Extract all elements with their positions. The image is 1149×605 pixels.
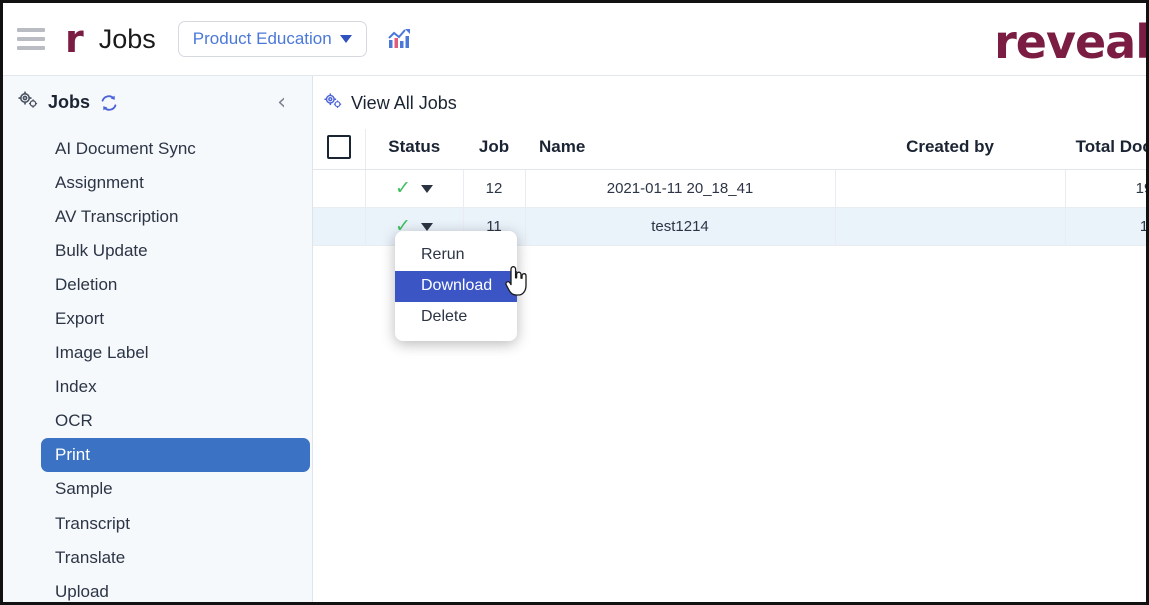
menu-item-download[interactable]: Download [395, 270, 517, 302]
menu-item-rerun[interactable]: Rerun [395, 240, 517, 271]
sidebar-item-bulk-update[interactable]: Bulk Update [41, 234, 310, 268]
table-header-row: Status Job Name Created by Total Documen… [313, 129, 1146, 170]
row-actions-caret-icon[interactable] [420, 222, 433, 231]
row-select-cell[interactable] [313, 169, 366, 208]
sidebar-item-assignment[interactable]: Assignment [41, 166, 310, 200]
sidebar-item-print[interactable]: Print [41, 438, 310, 473]
sidebar-collapse-button[interactable]: ‹ [277, 91, 298, 114]
gears-icon [17, 90, 39, 115]
menu-item-delete[interactable]: Delete [395, 302, 517, 333]
refresh-icon[interactable] [99, 93, 119, 113]
content-header: View All Jobs [313, 76, 1146, 115]
row-actions-context-menu: Rerun Download Delete [395, 231, 517, 342]
green-check-icon: ✓ [395, 177, 411, 199]
gears-icon [323, 92, 343, 115]
page-body: Jobs ‹ AI Document Sync Assignment AV Tr… [3, 75, 1146, 602]
table-row[interactable]: ✓ 12 2021-01-11 20_18_41 19 [313, 169, 1146, 208]
sidebar-item-ocr[interactable]: OCR [41, 404, 310, 438]
top-header-bar: r Jobs Product Education reveal [3, 3, 1146, 75]
sidebar-panel: Jobs ‹ AI Document Sync Assignment AV Tr… [3, 76, 313, 602]
row-actions-caret-icon[interactable] [420, 184, 433, 193]
page-title: Jobs [98, 23, 156, 54]
sidebar-item-ai-document-sync[interactable]: AI Document Sync [41, 132, 310, 166]
sidebar-item-image-label[interactable]: Image Label [41, 336, 310, 370]
sidebar-item-index[interactable]: Index [41, 370, 310, 404]
brand-mark-logo: r [65, 17, 84, 61]
jobs-table: Status Job Name Created by Total Documen… [313, 129, 1146, 246]
workspace-selector-label: Product Education [192, 29, 332, 48]
sidebar-item-deletion[interactable]: Deletion [41, 268, 310, 302]
column-header-job[interactable]: Job [463, 129, 525, 170]
reveal-wordmark-logo: reveal [994, 15, 1149, 69]
sidebar-item-sample[interactable]: Sample [41, 472, 310, 506]
sidebar-item-av-transcription[interactable]: AV Transcription [41, 200, 310, 234]
workspace-selector-button[interactable]: Product Education [177, 21, 367, 57]
sidebar-title: Jobs [48, 92, 91, 112]
column-header-created-by[interactable]: Created by [835, 129, 1065, 170]
select-all-checkbox[interactable] [326, 135, 351, 159]
sidebar-nav-list: AI Document Sync Assignment AV Transcrip… [3, 132, 312, 602]
sidebar-item-upload[interactable]: Upload [41, 575, 310, 602]
sidebar-item-transcript[interactable]: Transcript [41, 507, 310, 541]
main-content-area: View All Jobs Status Job Name Created by… [313, 76, 1146, 602]
row-created-by [835, 207, 1066, 246]
column-header-name[interactable]: Name [525, 129, 835, 170]
sidebar-item-export[interactable]: Export [41, 302, 310, 336]
bar-chart-icon[interactable] [385, 25, 413, 53]
row-created-by [835, 169, 1066, 208]
row-select-cell[interactable] [313, 207, 366, 246]
row-job-name: test1214 [525, 207, 836, 246]
section-title: View All Jobs [351, 93, 457, 113]
chevron-down-icon [339, 35, 352, 43]
row-status-cell: ✓ [365, 169, 464, 208]
sidebar-header: Jobs ‹ [3, 76, 312, 123]
column-header-status[interactable]: Status [365, 129, 463, 170]
row-total-documents: 1 [1065, 207, 1146, 246]
column-header-total-documents[interactable]: Total Documents [1065, 129, 1146, 170]
row-total-documents: 19 [1065, 169, 1146, 208]
hamburger-menu-icon[interactable] [17, 28, 45, 50]
jobs-table-header: Status Job Name Created by Total Documen… [313, 129, 1146, 170]
row-job-id: 12 [463, 169, 526, 208]
select-all-header [313, 129, 366, 170]
row-job-name: 2021-01-11 20_18_41 [525, 169, 836, 208]
sidebar-item-translate[interactable]: Translate [41, 541, 310, 575]
application-window: r Jobs Product Education reveal Jobs ‹ A… [0, 0, 1149, 605]
